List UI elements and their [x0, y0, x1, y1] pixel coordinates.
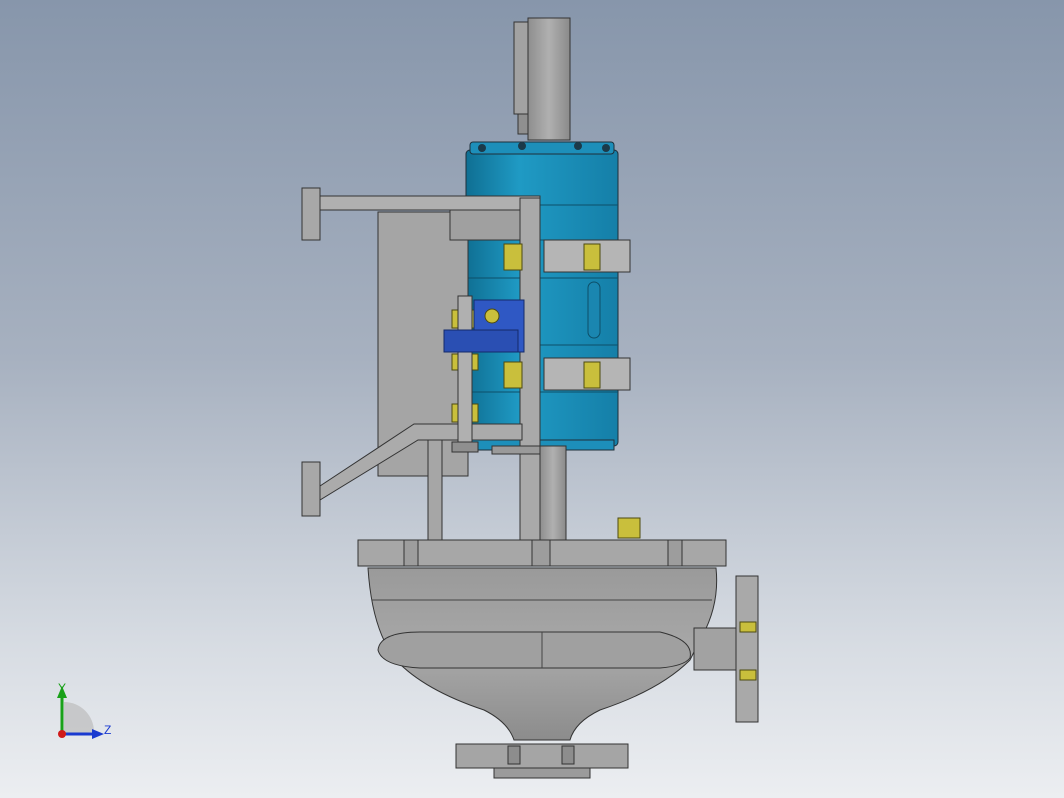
- valve-body: [367, 567, 718, 741]
- z-axis-label: Z: [104, 723, 112, 737]
- valve-3d-model[interactable]: [0, 0, 1064, 798]
- bottom-flange: [455, 743, 629, 779]
- y-axis-label: Y: [58, 681, 67, 695]
- graphics-viewport[interactable]: Y Z: [0, 0, 1064, 798]
- coordinate-triad: Y Z: [48, 676, 128, 746]
- actuator-cylinder: [465, 141, 619, 451]
- top-stem: [513, 17, 571, 141]
- top-flange: [357, 539, 727, 567]
